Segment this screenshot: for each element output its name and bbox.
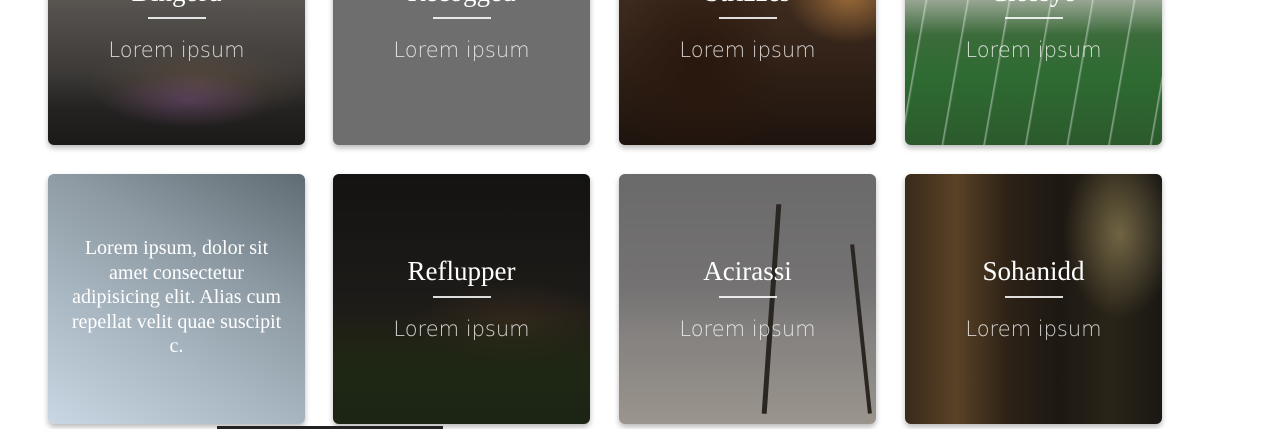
card-title: Recogged: [333, 0, 590, 9]
title-divider: [718, 296, 777, 298]
card-paragraph: Lorem ipsum, dolor sit amet consectetur …: [71, 237, 282, 357]
card-acirassi[interactable]: Acirassi Lorem ipsum: [619, 174, 876, 424]
title-divider: [147, 17, 206, 19]
card-gallery: Dingord Lorem ipsum Recogged Lorem ipsum…: [0, 0, 1280, 429]
card-subtitle: Lorem ipsum: [965, 317, 1102, 341]
title-divider: [718, 17, 777, 19]
card-title: Dingord: [48, 0, 305, 9]
card-subtitle: Lorem ipsum: [393, 317, 530, 341]
card-text[interactable]: Lorem ipsum, dolor sit amet consectetur …: [48, 174, 305, 424]
card-clossyo[interactable]: Clossyo Lorem ipsum: [905, 0, 1162, 145]
title-divider: [432, 296, 491, 298]
card-title: Strizzes: [619, 0, 876, 9]
card-dingord[interactable]: Dingord Lorem ipsum: [48, 0, 305, 145]
title-divider: [1004, 17, 1063, 19]
palm-trunk-image: [761, 204, 782, 414]
card-subtitle: Lorem ipsum: [679, 38, 816, 62]
card-strizzes[interactable]: Strizzes Lorem ipsum: [619, 0, 876, 145]
card-title: Sohanidd: [982, 256, 1085, 286]
card-sohanidd[interactable]: Sohanidd Lorem ipsum: [905, 174, 1162, 424]
card-reflupper[interactable]: Reflupper Lorem ipsum: [333, 174, 590, 424]
card-recogged[interactable]: Recogged Lorem ipsum: [333, 0, 590, 145]
card-title: Clossyo: [905, 0, 1162, 9]
card-title: Acirassi: [703, 256, 792, 286]
card-subtitle: Lorem ipsum: [108, 38, 245, 62]
card-subtitle: Lorem ipsum: [965, 38, 1102, 62]
card-subtitle: Lorem ipsum: [393, 38, 530, 62]
title-divider: [1004, 296, 1063, 298]
card-subtitle: Lorem ipsum: [679, 317, 816, 341]
title-divider: [432, 17, 491, 19]
card-title: Reflupper: [407, 256, 516, 286]
